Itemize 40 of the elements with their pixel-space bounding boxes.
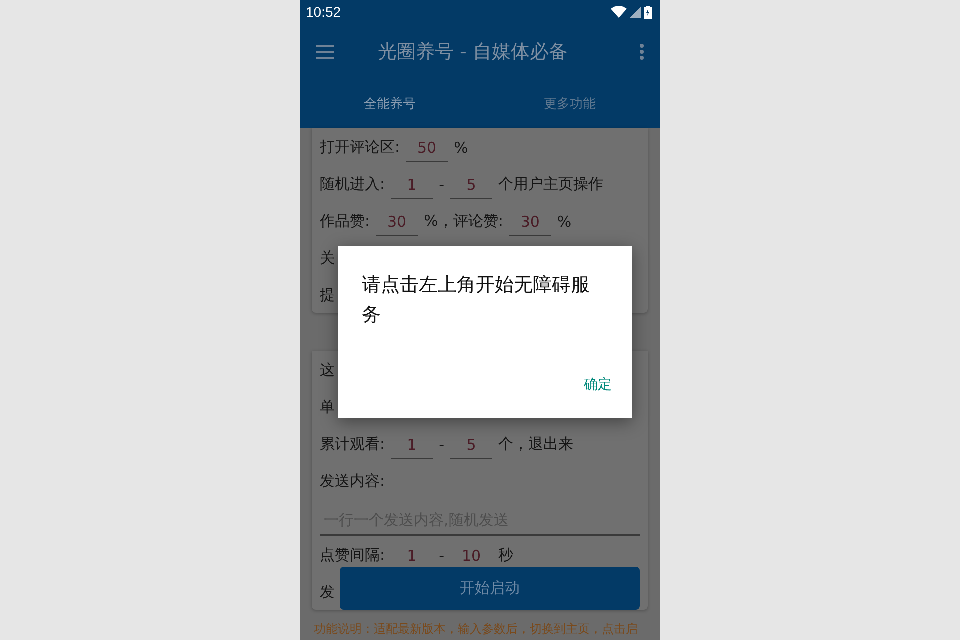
- field-label: -: [439, 436, 444, 456]
- number-field[interactable]: 30: [509, 209, 552, 236]
- number-field[interactable]: 1: [391, 172, 434, 199]
- start-button[interactable]: 开始启动: [340, 567, 640, 610]
- field-label: 单: [320, 398, 335, 418]
- field-label: 个用户主页操作: [498, 175, 604, 195]
- field-label: %: [454, 139, 468, 159]
- field-label: 随机进入:: [320, 175, 386, 195]
- field-label: 关: [320, 249, 335, 269]
- tab[interactable]: 更多功能: [480, 80, 660, 128]
- dialog-message: 请点击左上角开始无障碍服务: [361, 273, 591, 328]
- field-label: 秒: [498, 546, 514, 566]
- app-title: 光圈养号 - 自媒体必备: [378, 40, 569, 65]
- battery-icon: [644, 6, 652, 18]
- field-label: %: [557, 213, 572, 233]
- field-label: 发: [320, 583, 335, 603]
- number-field[interactable]: 5: [450, 432, 492, 459]
- confirm-button[interactable]: 确定: [578, 370, 618, 400]
- field-label: 发送内容:: [320, 472, 386, 492]
- tab[interactable]: 全能养号: [300, 80, 480, 128]
- field-label: %，评论赞:: [424, 212, 504, 232]
- field-label: 个，退出来: [498, 435, 574, 455]
- field-label: -: [439, 547, 444, 567]
- field-label: 提: [320, 286, 335, 306]
- number-field[interactable]: 1: [391, 432, 434, 459]
- number-field[interactable]: 50: [406, 135, 448, 162]
- description-text: 功能说明：适配最新版本，输入参数后，切换到主页，点击启: [313, 621, 639, 638]
- field-label: 累计观看:: [320, 435, 386, 455]
- clock: 10:52: [306, 4, 342, 20]
- field-label: 作品赞:: [320, 212, 370, 232]
- number-field[interactable]: 30: [376, 209, 418, 236]
- field-label: 打开评论区:: [320, 138, 400, 158]
- signal-icon: [630, 6, 641, 18]
- wifi-icon: [611, 6, 627, 18]
- field-label: 这: [320, 361, 335, 381]
- field-label: 点赞间隔:: [320, 546, 386, 566]
- number-field[interactable]: 5: [450, 172, 492, 199]
- field-label: -: [439, 176, 444, 196]
- more-icon[interactable]: [640, 44, 644, 60]
- menu-icon[interactable]: [316, 45, 334, 59]
